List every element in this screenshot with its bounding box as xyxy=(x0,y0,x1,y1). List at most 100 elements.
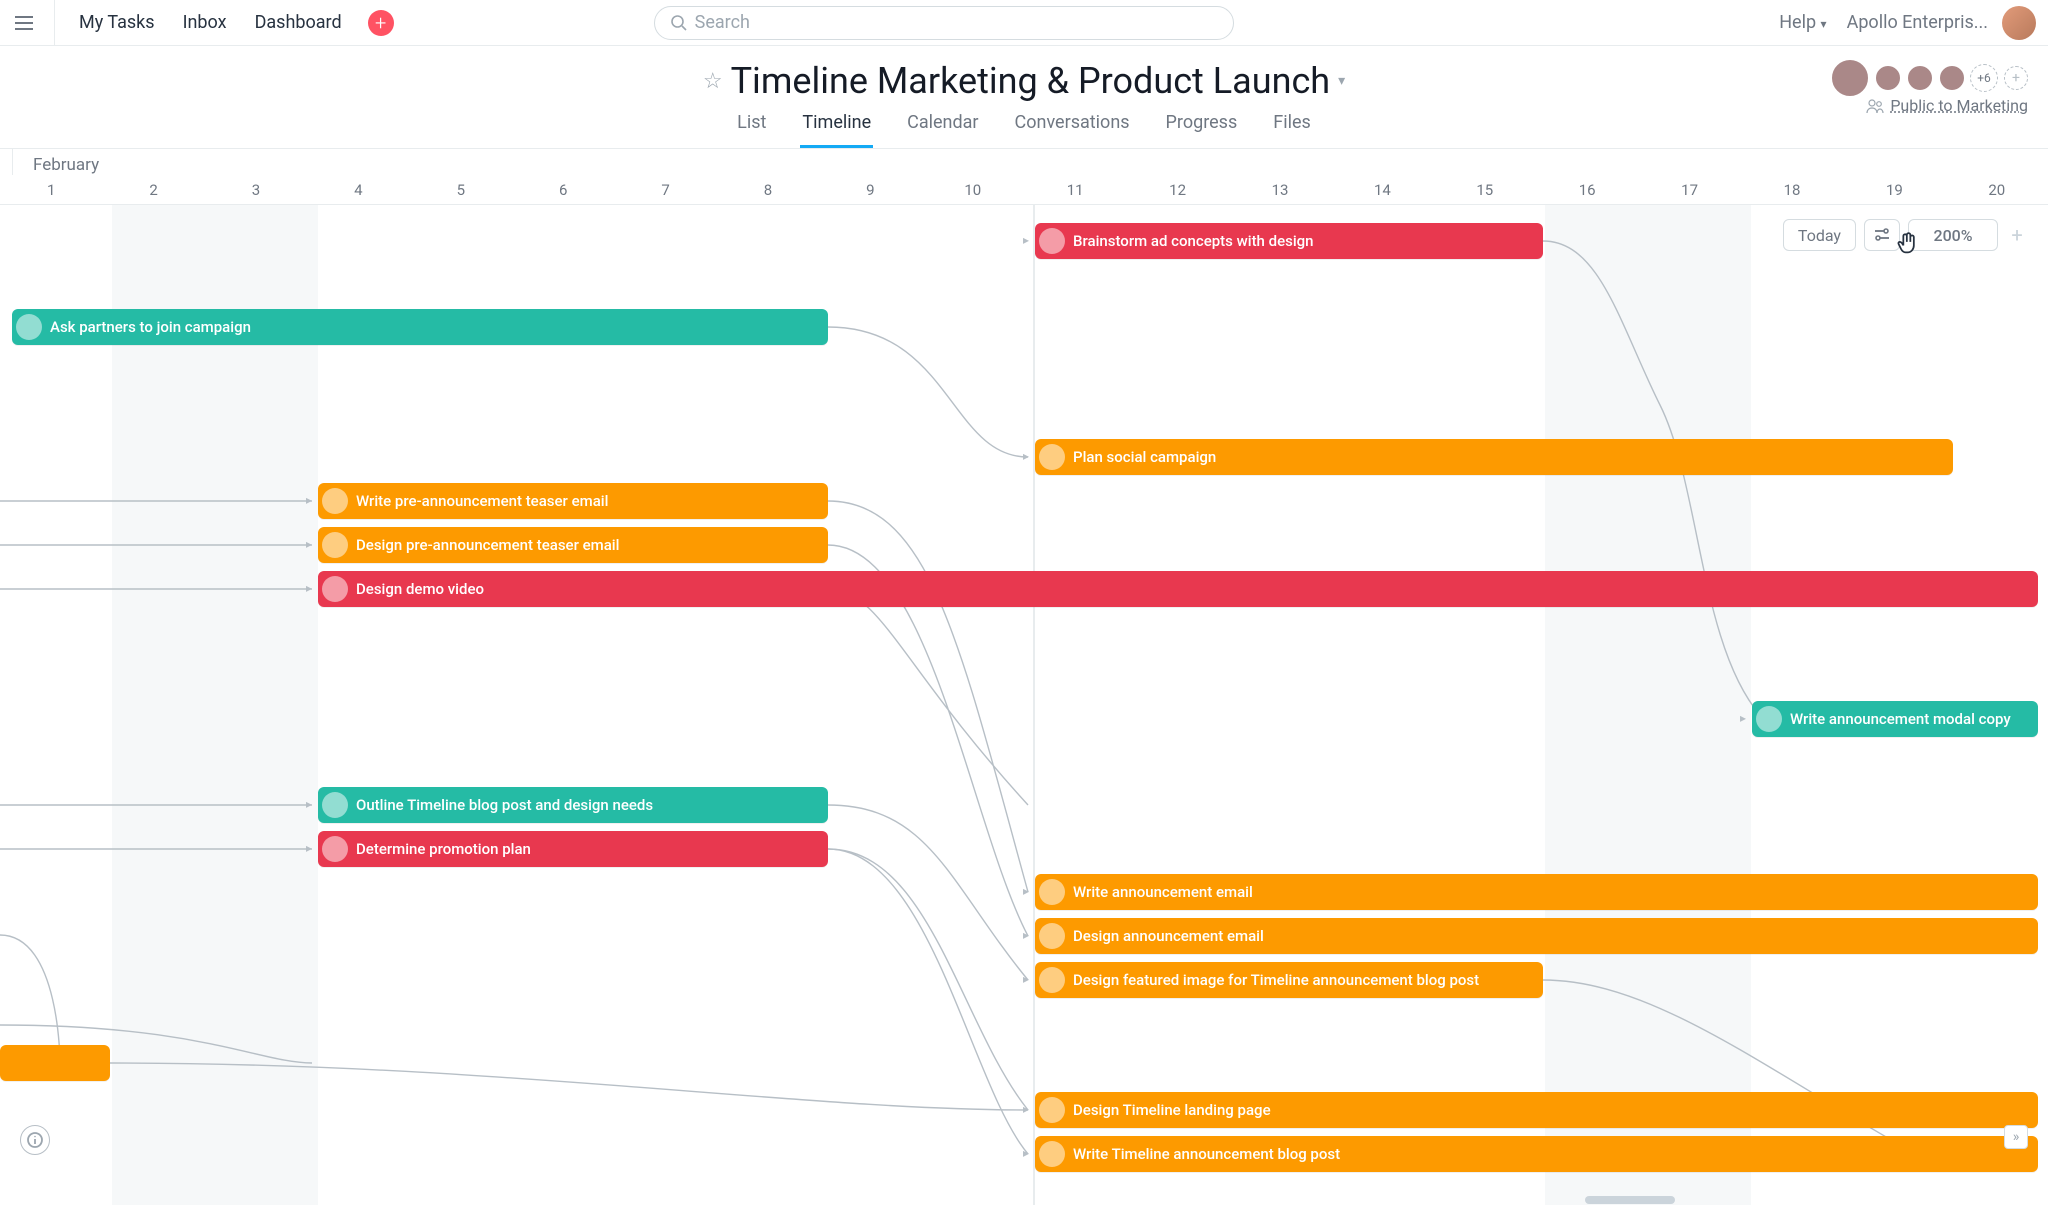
avatar[interactable] xyxy=(2002,6,2036,40)
dependency-arrow-icon: ▸ xyxy=(1023,233,1029,247)
task-bar[interactable]: Outline Timeline blog post and design ne… xyxy=(318,787,828,823)
workspace-switcher[interactable]: Apollo Enterpris... xyxy=(1847,12,1988,33)
timeline-day: 20 xyxy=(1988,181,2005,199)
task-label: Outline Timeline blog post and design ne… xyxy=(356,796,653,814)
search-input[interactable]: Search xyxy=(654,6,1234,40)
task-label: Design pre-announcement teaser email xyxy=(356,536,619,554)
project-share[interactable]: Public to Marketing xyxy=(1866,96,2028,115)
timeline-day: 18 xyxy=(1784,181,1801,199)
zoom-level[interactable]: 200% xyxy=(1908,219,1998,251)
dependency-arrow-icon: ▸ xyxy=(1023,1102,1029,1116)
help-bubble[interactable] xyxy=(20,1125,50,1155)
timeline-day: 4 xyxy=(354,181,362,199)
nav-dashboard[interactable]: Dashboard xyxy=(241,12,356,33)
weekend-band xyxy=(1033,205,1035,1205)
assignee-avatar xyxy=(1039,1141,1065,1167)
dependency-arrow-icon: ▸ xyxy=(1023,928,1029,942)
task-label: Write announcement email xyxy=(1073,883,1253,901)
assignee-avatar xyxy=(322,836,348,862)
task-label: Write pre-announcement teaser email xyxy=(356,492,608,510)
task-bar[interactable]: Write Timeline announcement blog post xyxy=(1035,1136,2038,1172)
info-icon xyxy=(27,1132,43,1148)
dependency-arrow-icon: ▸ xyxy=(306,841,312,855)
assignee-avatar xyxy=(1039,879,1065,905)
menu-icon[interactable] xyxy=(12,11,36,35)
task-bar[interactable]: Design featured image for Timeline annou… xyxy=(1035,962,1543,998)
timeline-day: 16 xyxy=(1579,181,1596,199)
tab-conversations[interactable]: Conversations xyxy=(1013,104,1132,148)
chevron-down-icon[interactable]: ▾ xyxy=(1338,73,1345,89)
members-more[interactable]: +6 xyxy=(1970,64,1998,92)
scrollbar-thumb[interactable] xyxy=(1585,1196,1675,1204)
tab-calendar[interactable]: Calendar xyxy=(905,104,980,148)
task-bar[interactable] xyxy=(0,1045,110,1081)
task-bar[interactable]: Write pre-announcement teaser email xyxy=(318,483,828,519)
help-menu[interactable]: Help ▾ xyxy=(1779,12,1826,33)
timeline-ruler: 1234567891011121314151617181920 xyxy=(0,175,2048,205)
task-label: Write announcement modal copy xyxy=(1790,710,2011,728)
timeline-day: 13 xyxy=(1272,181,1289,199)
assignee-avatar xyxy=(1039,967,1065,993)
dependency-arrow-icon: ▸ xyxy=(1740,711,1746,725)
collapse-button[interactable]: » xyxy=(2004,1125,2028,1149)
dependency-arrow-icon: ▸ xyxy=(306,493,312,507)
dependency-arrow-icon: ▸ xyxy=(1023,884,1029,898)
task-bar[interactable]: Design demo video xyxy=(318,571,2038,607)
zoom-in-button[interactable]: + xyxy=(2006,223,2028,247)
assignee-avatar xyxy=(1039,228,1065,254)
timeline-canvas[interactable]: Today 200% + Brainstorm ad concepts with… xyxy=(0,205,2048,1205)
assignee-avatar xyxy=(322,532,348,558)
horizontal-scrollbar[interactable] xyxy=(0,1195,2048,1205)
member-avatar[interactable] xyxy=(1874,64,1902,92)
project-members: +6 + xyxy=(1826,58,2028,98)
chevron-down-icon: ▾ xyxy=(1821,17,1827,31)
task-bar[interactable]: Design Timeline landing page xyxy=(1035,1092,2038,1128)
task-label: Ask partners to join campaign xyxy=(50,318,251,336)
timeline-day: 8 xyxy=(764,181,772,199)
dependency-arrow-icon: ▸ xyxy=(1023,972,1029,986)
task-bar[interactable]: Plan social campaign xyxy=(1035,439,1953,475)
nav-inbox[interactable]: Inbox xyxy=(169,12,241,33)
task-label: Design Timeline landing page xyxy=(1073,1101,1271,1119)
divider xyxy=(54,0,55,46)
timeline-day: 2 xyxy=(149,181,157,199)
member-avatar[interactable] xyxy=(1830,58,1870,98)
today-button[interactable]: Today xyxy=(1783,219,1856,251)
timeline-day: 3 xyxy=(252,181,260,199)
assignee-avatar xyxy=(1039,444,1065,470)
task-bar[interactable]: Determine promotion plan xyxy=(318,831,828,867)
member-avatar[interactable] xyxy=(1938,64,1966,92)
timeline-month-label: February xyxy=(12,149,2048,175)
tab-files[interactable]: Files xyxy=(1271,104,1313,148)
timeline-day: 11 xyxy=(1067,181,1084,199)
task-bar[interactable]: Brainstorm ad concepts with design xyxy=(1035,223,1543,259)
assignee-avatar xyxy=(322,576,348,602)
search-icon xyxy=(671,15,687,31)
star-icon[interactable]: ☆ xyxy=(703,69,723,94)
task-bar[interactable]: Design announcement email xyxy=(1035,918,2038,954)
timeline-day: 19 xyxy=(1886,181,1903,199)
tab-timeline[interactable]: Timeline xyxy=(800,104,873,148)
assignee-avatar xyxy=(1039,1097,1065,1123)
dependency-arrow-icon: ▸ xyxy=(1023,449,1029,463)
timeline-day: 15 xyxy=(1476,181,1493,199)
dependency-arrow-icon: ▸ xyxy=(306,581,312,595)
task-bar[interactable]: Write announcement email xyxy=(1035,874,2038,910)
task-bar[interactable]: Design pre-announcement teaser email xyxy=(318,527,828,563)
member-avatar[interactable] xyxy=(1906,64,1934,92)
task-label: Design featured image for Timeline annou… xyxy=(1073,971,1479,989)
filter-button[interactable] xyxy=(1864,219,1900,251)
add-member-button[interactable]: + xyxy=(2004,66,2028,90)
task-bar[interactable]: Ask partners to join campaign xyxy=(12,309,828,345)
tab-list[interactable]: List xyxy=(735,104,768,148)
timeline-day: 17 xyxy=(1681,181,1698,199)
global-add-button[interactable]: + xyxy=(368,10,394,36)
timeline-day: 9 xyxy=(866,181,874,199)
project-title[interactable]: Timeline Marketing & Product Launch xyxy=(731,60,1331,102)
task-bar[interactable]: Write announcement modal copy xyxy=(1752,701,2038,737)
nav-my-tasks[interactable]: My Tasks xyxy=(65,12,169,33)
tab-progress[interactable]: Progress xyxy=(1164,104,1240,148)
project-tabs: List Timeline Calendar Conversations Pro… xyxy=(0,104,2048,148)
task-label: Design demo video xyxy=(356,580,484,598)
assignee-avatar xyxy=(16,314,42,340)
